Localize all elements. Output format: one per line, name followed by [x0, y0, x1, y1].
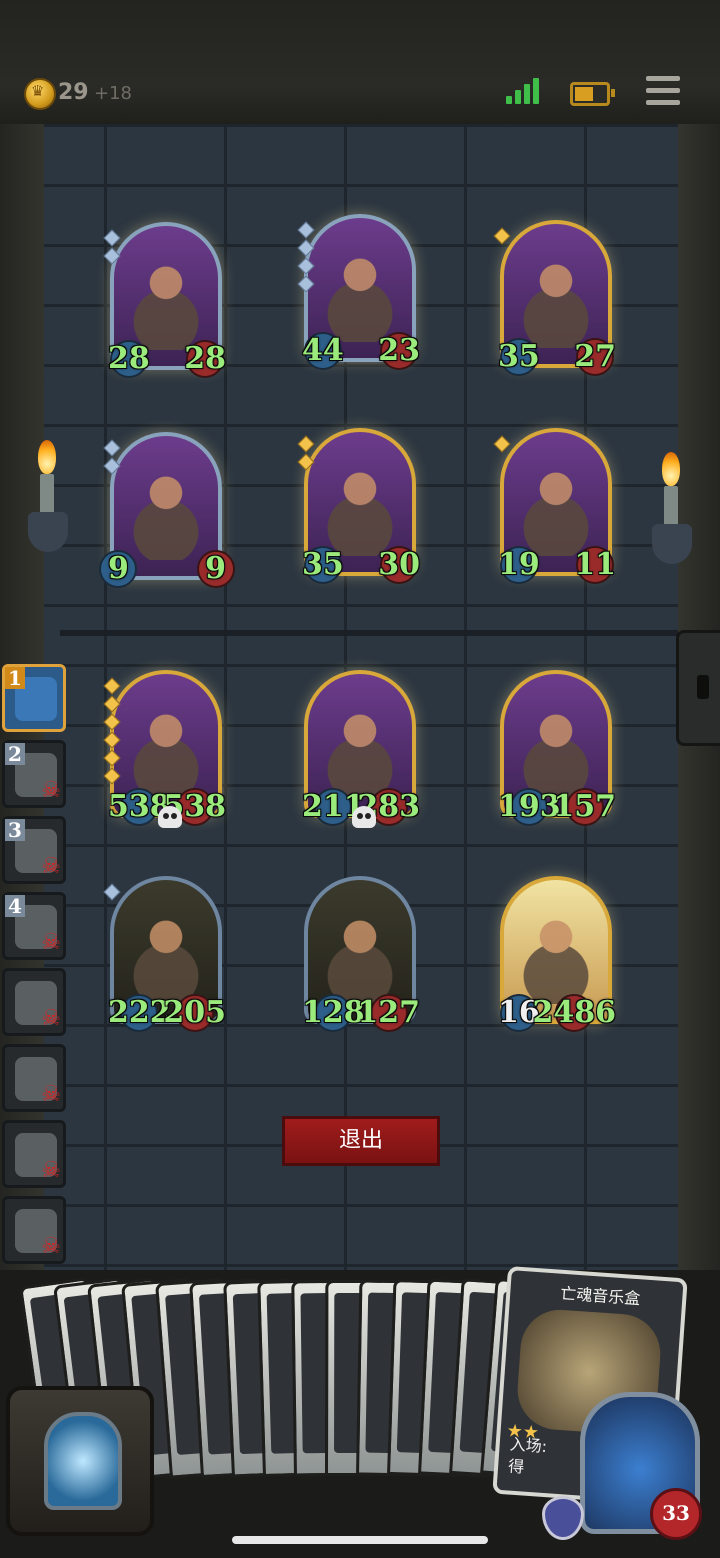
eliminated-icon: ☠ [41, 1082, 61, 1107]
unit-attack: 222 [108, 995, 171, 1030]
battery-icon [570, 82, 615, 106]
queue-item[interactable]: 3 ☠ [2, 816, 66, 884]
skull-icon [158, 806, 182, 828]
coin-icon [24, 78, 56, 110]
queue-item[interactable]: 1 [2, 664, 66, 732]
player-unit-2[interactable]: 211 283 [302, 670, 420, 828]
unit-attack: 35 [302, 547, 344, 582]
player-unit-4[interactable]: 222 205 [103, 876, 226, 1030]
enemy-unit-1[interactable]: 28 28 [103, 222, 226, 376]
top-bar: 29 +18 [0, 0, 720, 126]
unit-health: 157 [553, 789, 616, 824]
unit-attack: 44 [302, 333, 344, 368]
card-text: 得 [507, 1456, 525, 1477]
eliminated-icon: ☠ [41, 930, 61, 955]
eliminated-icon: ☠ [41, 1158, 61, 1183]
unit-health: 9 [205, 551, 226, 586]
unit-attack: 128 [302, 995, 365, 1030]
card-title: 亡魂音乐盒 [559, 1283, 641, 1309]
exit-button[interactable]: 退出 [282, 1116, 440, 1166]
enemy-unit-5[interactable]: 35 30 [297, 428, 420, 582]
queue-item[interactable]: 2 ☠ [2, 740, 66, 808]
gold-count: 29 [58, 80, 89, 105]
opponent-queue: 1 2 ☠ 3 ☠ 4 ☠ ☠ ☠ ☠ ☠ [2, 664, 70, 1272]
unit-attack: 19 [498, 547, 540, 582]
enemy-unit-4[interactable]: 9 9 [103, 432, 226, 586]
unit-health: 28 [184, 341, 226, 376]
door-latch [676, 630, 720, 746]
menu-icon[interactable] [646, 76, 680, 106]
hero-health: 33 [650, 1488, 702, 1540]
queue-item[interactable]: ☠ [2, 1196, 66, 1264]
gold-income: +18 [94, 83, 132, 104]
eliminated-icon: ☠ [41, 778, 61, 803]
eliminated-icon: ☠ [41, 854, 61, 879]
unit-attack: 35 [498, 339, 540, 374]
queue-item[interactable]: ☠ [2, 1120, 66, 1188]
enemy-unit-2[interactable]: 44 23 [297, 214, 420, 368]
unit-health: 127 [357, 995, 420, 1030]
unit-health: 30 [378, 547, 420, 582]
unit-attack: 193 [498, 789, 561, 824]
unit-health: 23 [378, 333, 420, 368]
queue-rank: 1 [5, 667, 25, 689]
unit-health: 11 [574, 547, 616, 582]
queue-rank: 4 [5, 895, 25, 917]
player-unit-1[interactable]: 538 538 [103, 670, 226, 828]
spirit-gem-icon [44, 1412, 122, 1510]
unit-health: 27 [574, 339, 616, 374]
player-unit-5[interactable]: 128 127 [302, 876, 420, 1030]
enemy-unit-3[interactable]: 35 27 [493, 220, 616, 374]
eliminated-icon: ☠ [41, 1006, 61, 1031]
board-divider [60, 630, 678, 636]
eliminated-icon: ☠ [41, 1234, 61, 1259]
torch-left [28, 440, 68, 560]
signal-icon [506, 78, 540, 104]
unit-attack: 9 [108, 551, 129, 586]
queue-item[interactable]: ☠ [2, 968, 66, 1036]
player-unit-3[interactable]: 193 157 [498, 670, 616, 824]
unit-attack: 28 [108, 341, 150, 376]
unit-health: 2486 [532, 995, 617, 1030]
enemy-unit-6[interactable]: 19 11 [493, 428, 616, 582]
deck-pile[interactable] [6, 1386, 154, 1536]
queue-rank: 2 [5, 743, 25, 765]
queue-item[interactable]: 4 ☠ [2, 892, 66, 960]
queue-item[interactable]: ☠ [2, 1044, 66, 1112]
torch-right [652, 452, 692, 572]
queue-rank: 3 [5, 819, 25, 841]
skull-icon [352, 806, 376, 828]
home-indicator[interactable] [232, 1536, 488, 1544]
unit-health: 205 [163, 995, 226, 1030]
player-unit-6[interactable]: 16 2486 [498, 876, 616, 1030]
